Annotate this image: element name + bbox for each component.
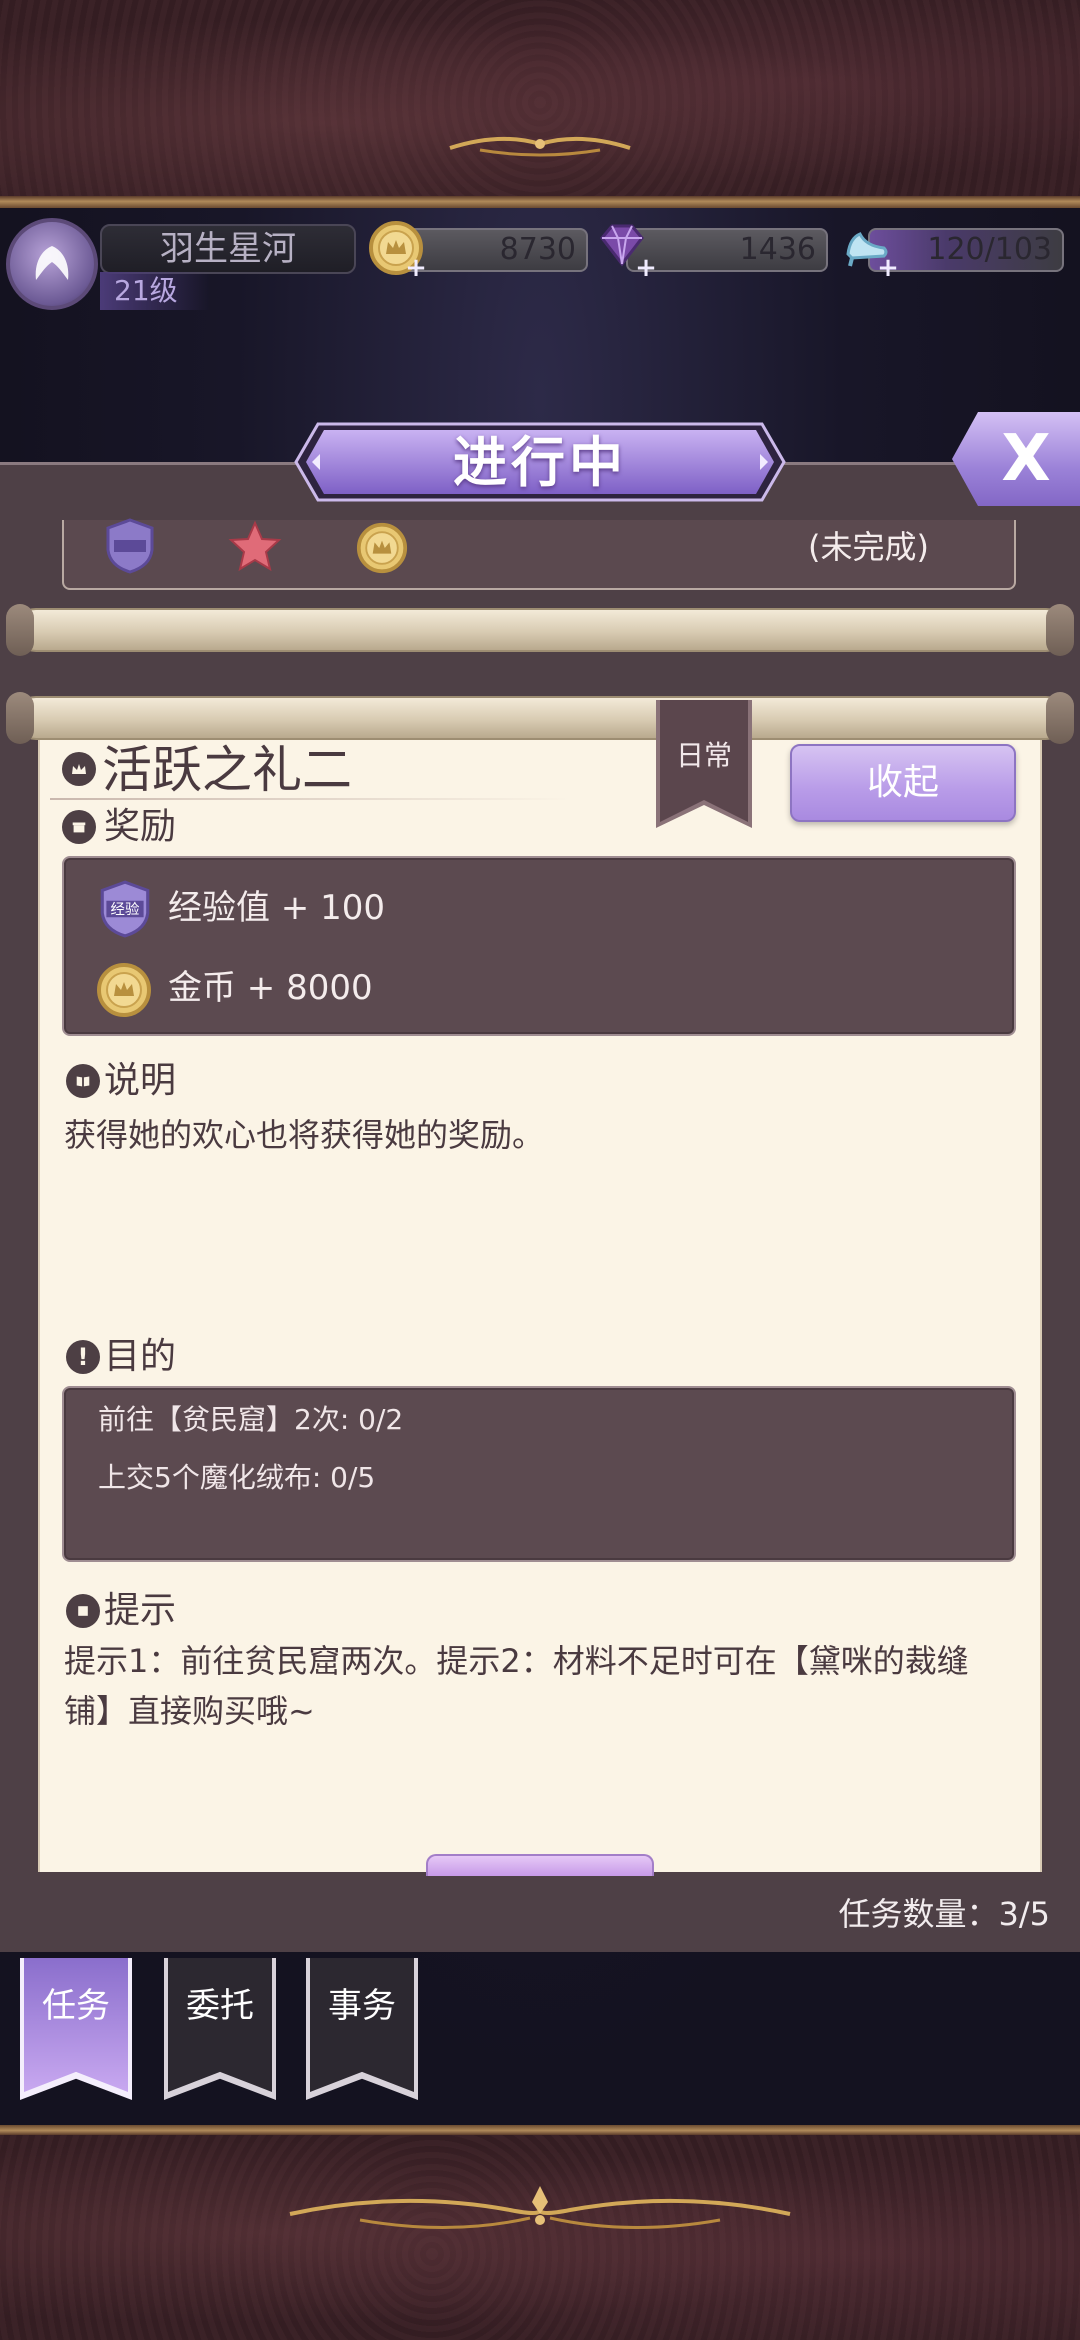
book-bullet-icon [66,1064,100,1098]
header-title: 进行中 [453,430,627,494]
add-gem-icon[interactable]: + [634,255,658,281]
player-avatar[interactable] [6,218,98,310]
player-name: 羽生星河 [100,224,356,274]
crown-bullet-icon [62,752,96,786]
gift-bullet-icon [62,810,96,844]
scroll-rod-end [1046,604,1074,656]
scroll-rod-end [6,692,34,744]
bottom-ornament-icon [289,2186,791,2229]
description-text: 获得她的欢心也将获得她的奖励。 [64,1116,545,1154]
tab-commission[interactable]: 委托 [168,1958,272,2092]
top-ornament-icon [449,136,631,157]
rewards-label: 奖励 [104,806,177,847]
quest-title: 活跃之礼二 [102,741,352,799]
add-gold-icon[interactable]: + [404,255,428,281]
top-decorative-frame [0,0,1080,205]
scroll-rod-top [14,608,1068,652]
wings-icon [35,246,69,280]
objective-item: 上交5个魔化绒布: 0/5 [98,1461,376,1494]
objective-item: 前往【贫民窟】2次: 0/2 [98,1403,404,1436]
reward-item: 金币 + 8000 [98,958,373,1018]
hints-text: 提示1：前往贫民窟两次。提示2：材料不足时可在【黛咪的裁缝铺】直接购买哦~ [64,1642,969,1730]
exp-badge-icon [106,518,154,574]
task-count: 任务数量：3/5 [838,1895,1050,1933]
scroll-rod-end [6,604,34,656]
objectives-label: 目的 [104,1336,177,1377]
hints-label: 提示 [104,1590,177,1631]
note-bullet-icon [66,1594,100,1628]
exclamation-bullet-icon: ! [66,1340,100,1374]
close-icon: X [1001,422,1051,496]
scroll-rod-bottom [14,696,1068,740]
star-icon [228,520,282,572]
reward-item: 经验值 + 100 [98,878,385,938]
description-label: 说明 [104,1060,177,1101]
top-frame-band [0,196,1080,208]
gold-coin-icon [356,522,408,574]
previous-quest-status: (未完成) [808,528,929,566]
title-divider [50,798,570,800]
action-button-partial[interactable] [426,1854,654,1876]
add-stamina-icon[interactable]: + [876,255,900,281]
reward-text: 金币 + 8000 [168,968,373,1008]
collapse-button[interactable]: 收起 [790,744,1016,822]
player-level: 21级 [100,272,210,310]
scroll-rod-end [1046,692,1074,744]
tab-affairs[interactable]: 事务 [310,1958,414,2092]
tab-task[interactable]: 任务 [24,1958,128,2092]
bottom-frame-band [0,2125,1080,2135]
close-button[interactable]: X [952,412,1080,506]
reward-text: 经验值 + 100 [168,888,385,928]
